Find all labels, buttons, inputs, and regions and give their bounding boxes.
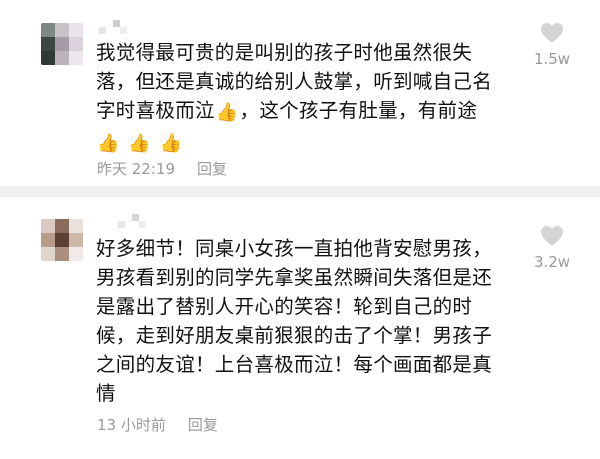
thumbs-up-icon: 👍 xyxy=(128,133,151,154)
thumbs-up-icon: 👍 xyxy=(159,133,183,154)
reply-button[interactable]: 回复 xyxy=(197,160,227,178)
comment-item-1: 我觉得最可贵的是叫别的孩子时他虽然很失 落，但还是真诚的给别人鼓掌，听到喊自己名… xyxy=(0,0,600,186)
comment-text: 好多细节！同桌小女孩一直拍他背安慰男孩， 男孩看到别的同学先拿奖虽然瞬间失落但是… xyxy=(96,234,536,408)
thumbs-up-icon: 👍 xyxy=(215,102,239,123)
comment-text: 我觉得最可贵的是叫别的孩子时他虽然很失 落，但还是真诚的给别人鼓掌，听到喊自己名… xyxy=(96,38,526,157)
thumbs-up-row: 👍 👍 👍 xyxy=(96,125,526,157)
heart-icon xyxy=(541,23,563,43)
username[interactable] xyxy=(99,20,139,34)
comment-text-line: 字时喜极而泣👍，这个孩子有肚量，有前途 xyxy=(96,99,478,123)
reply-button[interactable]: 回复 xyxy=(188,416,218,434)
like-count: 1.5w xyxy=(533,50,571,68)
timestamp: 昨天 22:19 xyxy=(97,160,175,178)
avatar[interactable] xyxy=(41,219,83,261)
thumbs-up-icon: 👍 xyxy=(97,133,120,154)
comment-separator xyxy=(0,186,600,197)
comment-text-line: 之间的友谊！上台喜极而泣！每个画面都是真 xyxy=(96,353,493,376)
comment-text-line: 我觉得最可贵的是叫别的孩子时他虽然很失 xyxy=(96,41,473,64)
comment-text-line: 好多细节！同桌小女孩一直拍他背安慰男孩， xyxy=(96,237,493,260)
like-button[interactable]: 1.5w xyxy=(522,22,582,68)
comment-text-line: 落，但还是真诚的给别人鼓掌，听到喊自己名 xyxy=(96,70,493,93)
like-count: 3.2w xyxy=(533,253,571,271)
timestamp: 13 小时前 xyxy=(97,416,166,434)
comment-meta: 13 小时前 回复 xyxy=(97,414,218,435)
avatar[interactable] xyxy=(41,23,83,65)
like-button[interactable]: 3.2w xyxy=(522,225,582,271)
comment-meta: 昨天 22:19 回复 xyxy=(97,158,227,179)
comment-text-line: 是露出了替别人开心的笑容！轮到自己的时 xyxy=(96,295,473,318)
username[interactable] xyxy=(118,214,158,228)
comment-item-2: 好多细节！同桌小女孩一直拍他背安慰男孩， 男孩看到别的同学先拿奖虽然瞬间失落但是… xyxy=(0,197,600,459)
comment-text-line: 情 xyxy=(96,382,116,405)
comment-text-line: 候，走到好朋友桌前狠狠的击了个掌！男孩子 xyxy=(96,324,493,347)
heart-icon xyxy=(541,226,563,246)
comment-text-line: 男孩看到别的同学先拿奖虽然瞬间失落但是还 xyxy=(96,266,493,289)
